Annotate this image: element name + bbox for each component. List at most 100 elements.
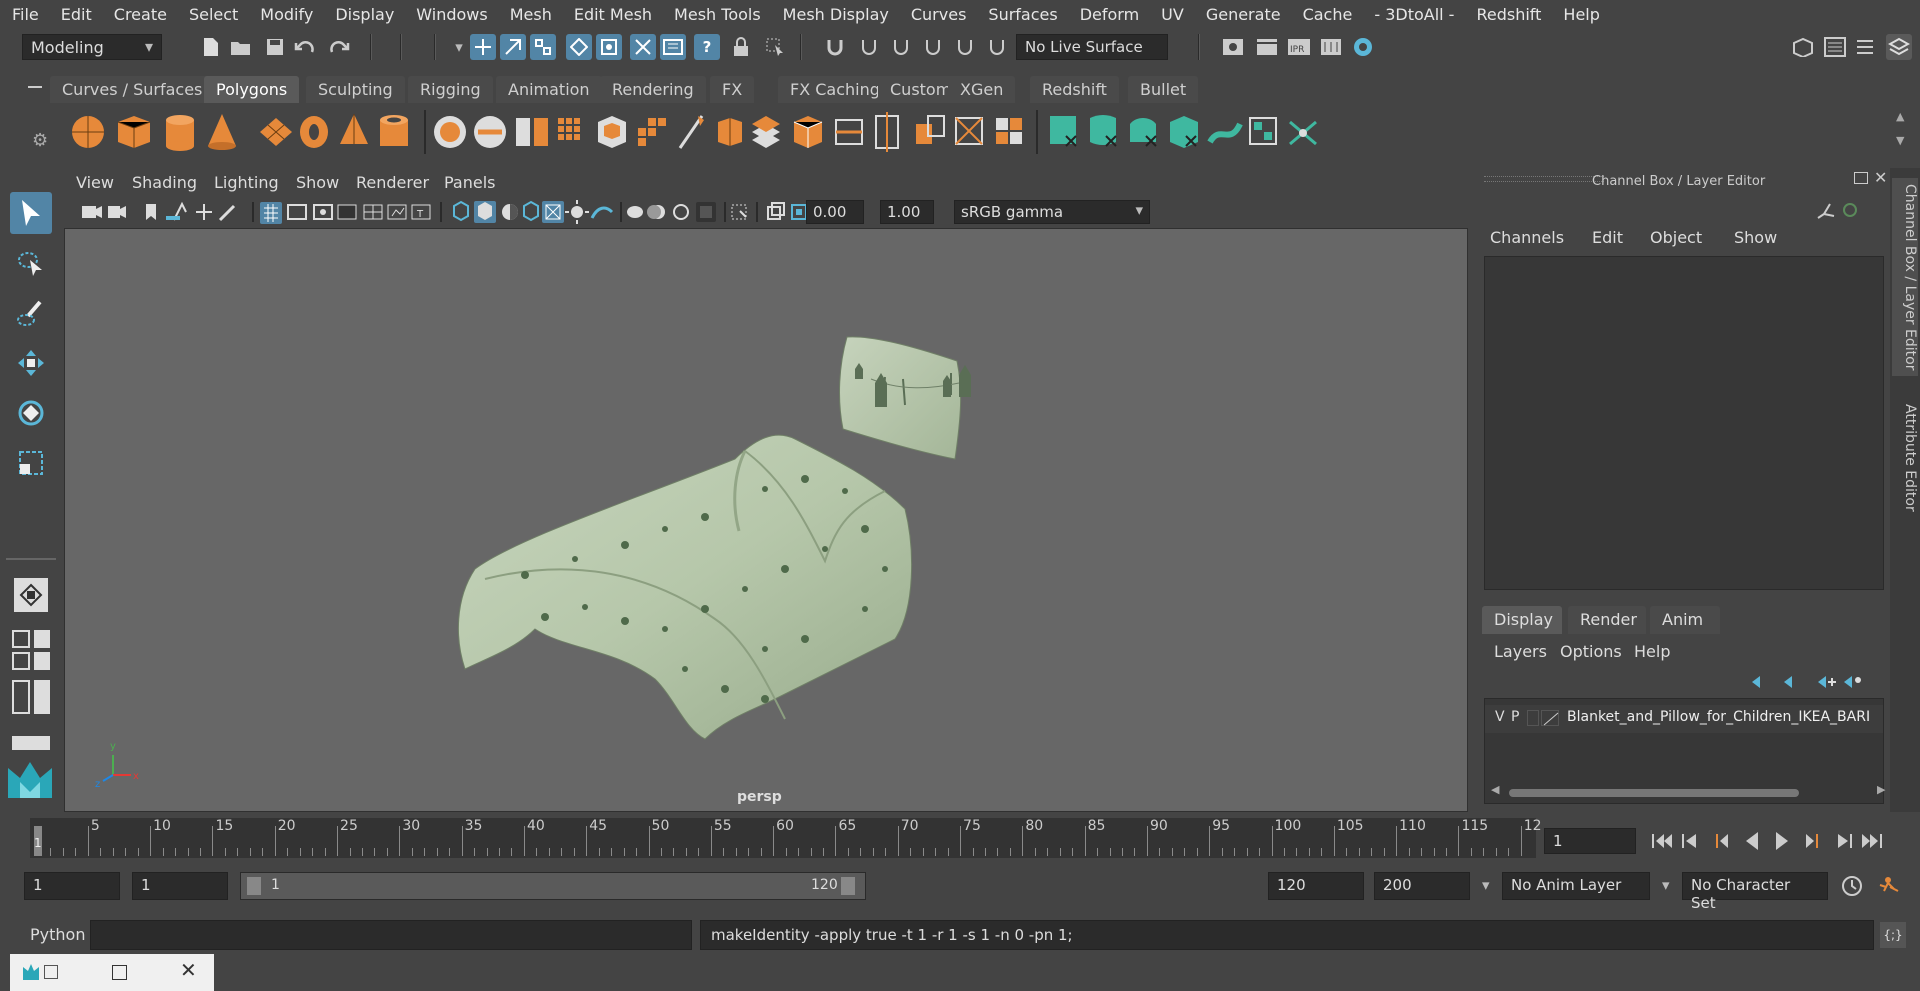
viewport-menu-show[interactable]: Show: [296, 173, 339, 192]
undo-icon[interactable]: [292, 34, 318, 60]
isolate-select-icon[interactable]: [731, 204, 747, 220]
layout-toggle-icon[interactable]: [34, 630, 50, 648]
paint-select-icon[interactable]: [10, 292, 52, 334]
xray-active-icon[interactable]: [791, 204, 807, 220]
lasso-tool-icon[interactable]: [10, 242, 52, 284]
channel-box-menu-object[interactable]: Object: [1650, 228, 1702, 247]
menu-create[interactable]: Create: [102, 5, 177, 24]
menu-mesh-tools[interactable]: Mesh Tools: [662, 5, 771, 24]
poly-cube-icon[interactable]: [117, 116, 151, 148]
menu-redshift[interactable]: Redshift: [1464, 5, 1551, 24]
menu-generate[interactable]: Generate: [1194, 5, 1291, 24]
poly-sphere-icon[interactable]: [72, 116, 104, 148]
safe-action-icon[interactable]: [387, 204, 407, 220]
xray-joints-icon[interactable]: [767, 202, 785, 220]
uv-cylindrical-icon[interactable]: [1090, 115, 1117, 147]
rotate-tool-icon[interactable]: [10, 392, 52, 434]
help-icon[interactable]: ?: [694, 34, 720, 60]
shelf-tab-curves-surfaces[interactable]: Curves / Surfaces: [50, 76, 215, 103]
scroll-left-icon[interactable]: ◀: [1491, 783, 1499, 796]
multi-cut-icon[interactable]: [875, 112, 899, 152]
select-object-icon[interactable]: [500, 34, 526, 60]
range-start-handle[interactable]: [247, 877, 261, 895]
shelf-tab-fx[interactable]: FX: [710, 76, 755, 103]
save-scene-icon[interactable]: [262, 34, 288, 60]
scale-tool-icon[interactable]: [10, 442, 52, 484]
layer-editor-menu-layers[interactable]: Layers: [1494, 642, 1547, 661]
playback-start-field[interactable]: 1: [132, 872, 228, 900]
uv-checker-icon[interactable]: [1249, 117, 1277, 145]
script-editor-icon[interactable]: {;}: [1880, 922, 1906, 948]
grid-toggle-icon[interactable]: [260, 202, 282, 224]
menu-3dtoall[interactable]: - 3DtoAll -: [1362, 5, 1464, 24]
menu-edit[interactable]: Edit: [49, 5, 102, 24]
select-component-icon[interactable]: [530, 34, 556, 60]
four-view-layout-icon[interactable]: [12, 630, 30, 648]
wireframe-on-shaded-icon[interactable]: [523, 200, 539, 222]
maximize-window-icon[interactable]: [112, 965, 127, 980]
channel-box-menu-channels[interactable]: Channels: [1490, 228, 1564, 247]
menu-select[interactable]: Select: [177, 5, 248, 24]
combine-icon[interactable]: [434, 116, 466, 148]
uv-planar-icon[interactable]: [1050, 116, 1077, 147]
menu-help[interactable]: Help: [1551, 5, 1609, 24]
menu-display[interactable]: Display: [323, 5, 404, 24]
camera-icon[interactable]: [82, 206, 102, 218]
horizontal-scrollbar[interactable]: ◀ ▶: [1491, 783, 1885, 799]
outliner-icon[interactable]: [1822, 34, 1848, 60]
shelf-menu-icon[interactable]: [28, 86, 42, 88]
menu-edit-mesh[interactable]: Edit Mesh: [562, 5, 662, 24]
snap-live-magnet-icon[interactable]: [984, 34, 1010, 60]
scroll-right-icon[interactable]: ▶: [1877, 783, 1885, 796]
tab-channel-box-layer-editor[interactable]: Channel Box / Layer Editor: [1892, 178, 1918, 377]
extract-icon[interactable]: [516, 118, 548, 146]
bookmark-icon[interactable]: [146, 204, 156, 220]
blanket-mesh[interactable]: [458, 434, 913, 740]
scroll-thumb[interactable]: [1509, 789, 1799, 797]
select-tool-icon[interactable]: [762, 34, 788, 60]
layer-row[interactable]: V P Blanket_and_Pillow_for_Children_IKEA…: [1485, 705, 1883, 733]
shelf-tab-fx-caching[interactable]: FX Caching: [778, 76, 892, 103]
layout-toggle-icon-3[interactable]: [34, 680, 50, 714]
menu-mesh-display[interactable]: Mesh Display: [771, 5, 899, 24]
uv-unfold-icon[interactable]: [1207, 122, 1243, 144]
close-window-icon[interactable]: ✕: [180, 958, 197, 982]
menu-uv[interactable]: UV: [1149, 5, 1194, 24]
shelf-scroll-up-icon[interactable]: ▲: [1896, 110, 1904, 123]
uv-spherical-icon[interactable]: [1130, 118, 1157, 147]
motion-blur-icon[interactable]: [647, 205, 665, 219]
channel-box-menu-edit[interactable]: Edit: [1592, 228, 1623, 247]
chevron-down-icon[interactable]: ▾: [446, 34, 472, 60]
close-panel-icon[interactable]: ✕: [1874, 168, 1887, 187]
step-back-frame-icon[interactable]: [1716, 834, 1728, 848]
mirror-icon[interactable]: [638, 118, 666, 146]
redo-icon[interactable]: [326, 34, 352, 60]
extrude-icon[interactable]: [752, 116, 780, 148]
viewport-menu-renderer[interactable]: Renderer: [356, 173, 429, 192]
poly-cone-icon[interactable]: [208, 114, 236, 150]
layer-visibility-toggle[interactable]: V: [1495, 709, 1505, 725]
shelf-tab-bullet[interactable]: Bullet: [1128, 76, 1199, 103]
uv-cut-icon[interactable]: [1289, 120, 1317, 146]
menu-set-dropdown[interactable]: Modeling ▾: [22, 34, 162, 60]
bridge-icon[interactable]: [718, 118, 742, 146]
safe-title-icon[interactable]: T: [411, 204, 431, 220]
play-backwards-icon[interactable]: [1746, 832, 1758, 850]
single-perspective-layout-icon[interactable]: [10, 574, 52, 616]
layers-stack-icon[interactable]: [1886, 34, 1912, 60]
render-sequence-icon[interactable]: [1318, 34, 1344, 60]
current-time-marker[interactable]: 1: [34, 826, 42, 856]
quad-draw-icon[interactable]: [955, 117, 983, 145]
xray-icon[interactable]: [542, 201, 564, 223]
restore-window-icon[interactable]: [44, 965, 58, 979]
separate-icon[interactable]: [474, 116, 506, 148]
depth-of-field-icon[interactable]: [696, 202, 716, 222]
use-all-lights-icon[interactable]: [565, 200, 589, 224]
shelf-scroll-down-icon[interactable]: ▼: [1896, 134, 1904, 147]
smooth-icon[interactable]: [558, 118, 580, 140]
ambient-occlusion-icon[interactable]: [627, 206, 643, 218]
command-input[interactable]: [90, 920, 692, 950]
time-slider[interactable]: 5 10 15 20 25 30 35 40 45 50 55 60 65 70 75 80 85 90 95 100…: [30, 818, 1542, 858]
fill-hole-icon[interactable]: [793, 116, 823, 148]
shelf-tab-polygons[interactable]: Polygons: [204, 76, 300, 103]
